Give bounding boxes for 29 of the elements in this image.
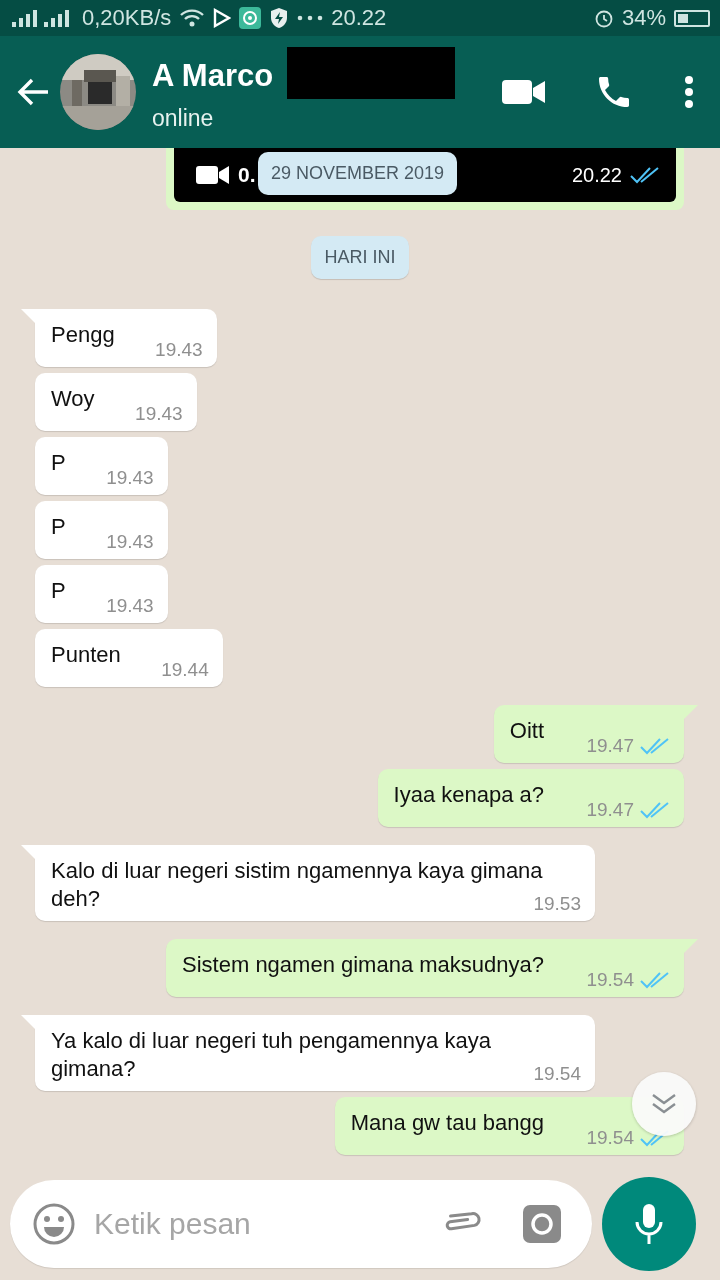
received-message[interactable]: P 19.43	[35, 501, 168, 559]
clock-time: 20.22	[331, 5, 387, 31]
message-time: 19.44	[161, 659, 209, 681]
received-message[interactable]: Punten 19.44	[35, 629, 223, 687]
message-time: 19.43	[135, 403, 183, 425]
message-time: 19.43	[106, 531, 154, 553]
message-time: 19.43	[106, 467, 154, 489]
received-message[interactable]: Woy 19.43	[35, 373, 197, 431]
message-time: 20.22	[571, 163, 622, 187]
message-time: 19.54	[533, 1063, 581, 1085]
message-time: 19.43	[106, 595, 154, 617]
message-time: 19.54	[586, 1127, 634, 1149]
network-speed: 0,20KB/s	[82, 5, 172, 31]
date-chip: 29 NOVEMBER 2019	[258, 152, 458, 195]
message-input[interactable]: Ketik pesan	[92, 1206, 424, 1242]
sent-message[interactable]: Mana gw tau bangg 19.54	[334, 1097, 684, 1155]
message-time: 19.43	[155, 339, 203, 361]
sent-message[interactable]: Iyaa kenapa a? 19.47	[377, 769, 684, 827]
message-time: 19.54	[586, 969, 634, 991]
battery-percent: 34%	[621, 5, 666, 31]
message-time: 19.47	[586, 799, 634, 821]
contact-name[interactable]: A Marco	[152, 57, 274, 94]
message-time: 19.53	[533, 893, 581, 915]
message-time: 19.47	[586, 735, 634, 757]
video-duration: 0.	[238, 163, 256, 187]
contact-status: online	[152, 104, 215, 132]
date-chip: HARI INI	[311, 236, 409, 279]
received-message[interactable]: P 19.43	[35, 437, 168, 495]
received-message[interactable]: P 19.43	[35, 565, 168, 623]
